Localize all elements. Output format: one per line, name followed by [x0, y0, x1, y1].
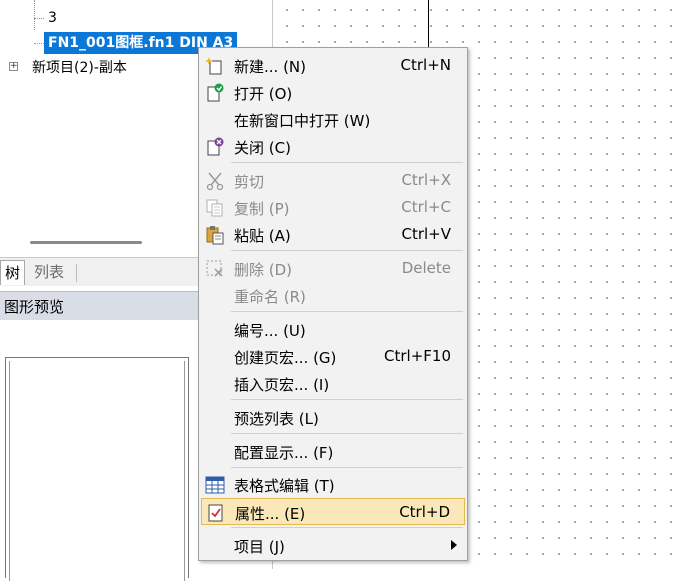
- menu-item-create-page-macro[interactable]: 创建页宏... (G) Ctrl+F10: [201, 343, 465, 370]
- tree-connector: [34, 43, 44, 44]
- scissors-icon: [205, 171, 225, 191]
- menu-item-paste[interactable]: 粘贴 (A) Ctrl+V: [201, 221, 465, 248]
- menu-item-close[interactable]: 关闭 (C): [201, 133, 465, 160]
- tab-tree[interactable]: 树: [0, 260, 26, 285]
- menu-item-copy[interactable]: 复制 (P) Ctrl+C: [201, 194, 465, 221]
- menu-separator: [231, 250, 463, 251]
- menu-item-new[interactable]: 新建... (N) Ctrl+N: [201, 52, 465, 79]
- tree-item-3[interactable]: 3: [48, 7, 57, 29]
- horizontal-scrollbar[interactable]: [30, 241, 142, 244]
- paste-clipboard-icon: [205, 225, 225, 245]
- table-grid-icon: [205, 475, 225, 495]
- menu-item-insert-page-macro[interactable]: 插入页宏... (I): [201, 370, 465, 397]
- menu-item-table-edit[interactable]: 表格式编辑 (T): [201, 471, 465, 498]
- drawing-line: [428, 0, 429, 52]
- menu-item-preselection-list[interactable]: 预选列表 (L): [201, 404, 465, 431]
- preview-title: 图形预览: [4, 298, 65, 316]
- menu-separator: [231, 527, 463, 528]
- menu-separator: [231, 399, 463, 400]
- menu-item-numbering[interactable]: 编号... (U): [201, 316, 465, 343]
- menu-item-delete[interactable]: 删除 (D) Delete: [201, 255, 465, 282]
- new-sparkle-icon: [205, 56, 225, 76]
- preview-drawing-frame: [5, 357, 189, 581]
- menu-item-properties[interactable]: 属性... (E) Ctrl+D: [201, 498, 465, 525]
- delete-icon: [205, 259, 225, 279]
- context-menu: 新建... (N) Ctrl+N 打开 (O) 在新窗口中打开 (W) 关闭 (…: [198, 47, 468, 561]
- menu-item-open[interactable]: 打开 (O): [201, 79, 465, 106]
- tree-connector: [34, 0, 36, 30]
- properties-check-icon: [206, 503, 226, 523]
- open-page-icon: [205, 83, 225, 103]
- copy-icon: [205, 198, 225, 218]
- menu-item-project[interactable]: 项目 (J): [201, 532, 465, 559]
- tab-divider: [76, 264, 77, 282]
- menu-item-configure-display[interactable]: 配置显示... (F): [201, 438, 465, 465]
- menu-separator: [231, 433, 463, 434]
- tree-item-project-copy[interactable]: 新项目(2)-副本: [32, 57, 127, 79]
- tab-list[interactable]: 列表: [30, 260, 68, 284]
- menu-item-open-new-window[interactable]: 在新窗口中打开 (W): [201, 106, 465, 133]
- menu-separator: [231, 162, 463, 163]
- menu-separator: [231, 311, 463, 312]
- menu-item-cut[interactable]: 剪切 Ctrl+X: [201, 167, 465, 194]
- expand-icon[interactable]: +: [9, 62, 18, 71]
- submenu-arrow-icon: [451, 540, 457, 550]
- menu-separator: [231, 467, 463, 468]
- tree-connector: [34, 18, 44, 19]
- menu-item-rename[interactable]: 重命名 (R): [201, 282, 465, 309]
- close-page-icon: [205, 137, 225, 157]
